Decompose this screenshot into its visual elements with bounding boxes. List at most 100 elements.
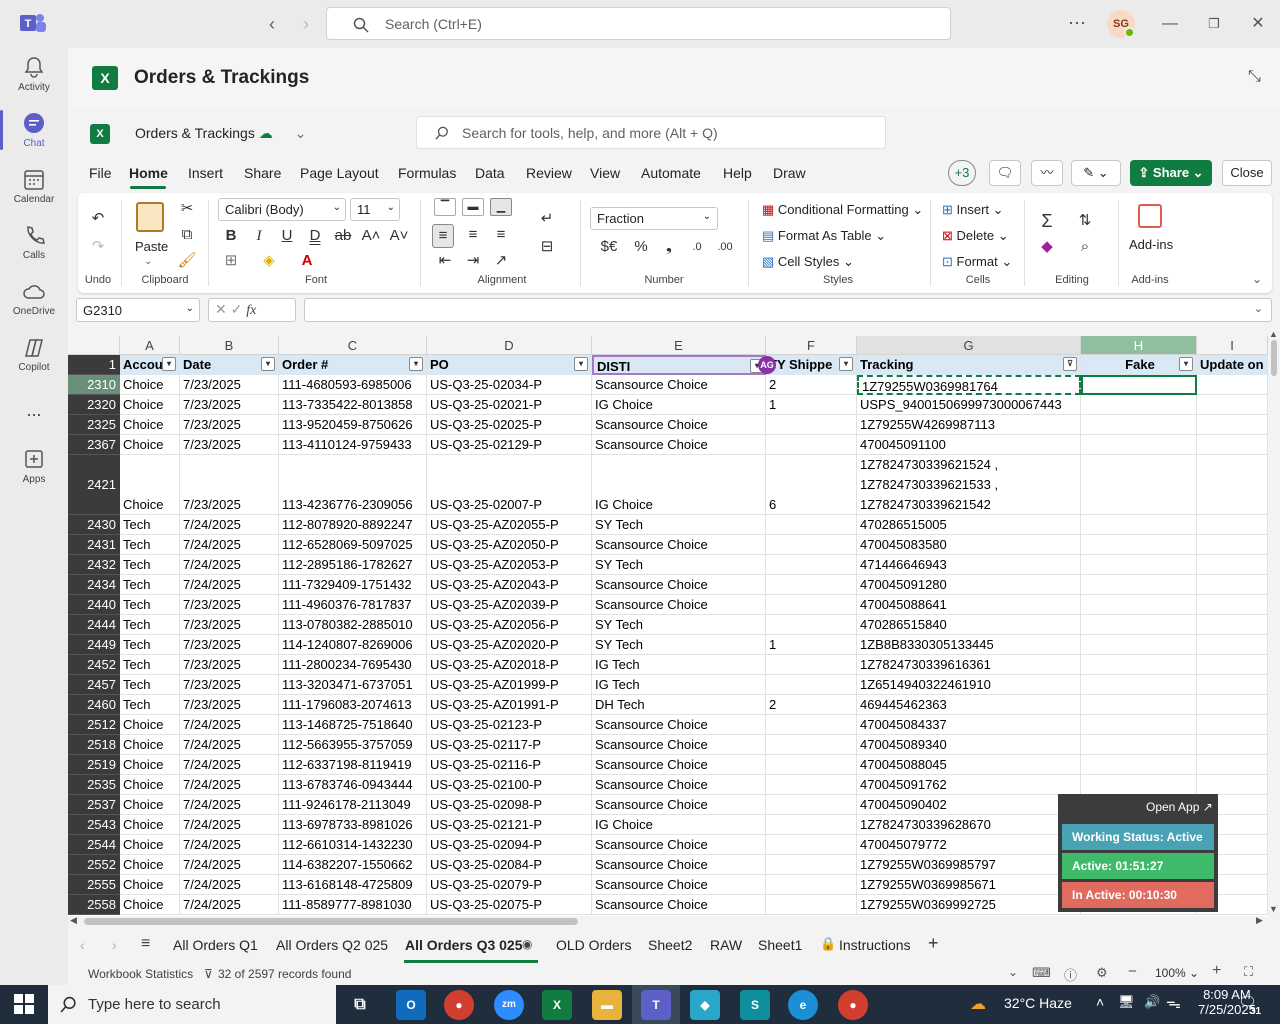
cell-b[interactable]: 7/24/2025	[180, 795, 279, 815]
name-box[interactable]: G2310 ⌄	[76, 298, 200, 322]
cell-a[interactable]: Choice	[120, 855, 180, 875]
rail-item-more[interactable]: ...	[0, 400, 68, 421]
copy-icon[interactable]: ⧉	[176, 224, 198, 246]
cell-c[interactable]: 113-0780382-2885010	[279, 615, 427, 635]
sheet-tab-sheet1[interactable]: Sheet1	[758, 937, 802, 953]
sheet-tab-instructions[interactable]: Instructions	[839, 937, 911, 953]
row-header[interactable]: 2444	[68, 615, 120, 635]
filter-dropdown-icon[interactable]: ▾	[162, 357, 176, 371]
increase-decimal-icon[interactable]: .0	[686, 236, 708, 258]
increase-indent-icon[interactable]: ⇥	[462, 250, 484, 272]
cell-g[interactable]: 470045088641	[857, 595, 1081, 615]
cell-f[interactable]	[766, 555, 857, 575]
cell-c[interactable]: 114-1240807-8269006	[279, 635, 427, 655]
cell-h[interactable]	[1081, 535, 1197, 555]
cell-e[interactable]: Scansource Choice	[592, 835, 766, 855]
row-header[interactable]: 2452	[68, 655, 120, 675]
cell-a[interactable]: Choice	[120, 815, 180, 835]
catch-up-icon[interactable]: 〰	[1031, 160, 1063, 186]
cell-a[interactable]: Tech	[120, 515, 180, 535]
table-row[interactable]: 2431 Tech 7/24/2025 112-6528069-5097025 US-Q…	[68, 535, 1268, 555]
cell-e[interactable]: IG Choice	[592, 395, 766, 415]
cell-h[interactable]	[1081, 695, 1197, 715]
cell-i[interactable]	[1197, 775, 1268, 795]
cell-e[interactable]: Scansource Choice	[592, 755, 766, 775]
row-header[interactable]: 2325	[68, 415, 120, 435]
format-cells-button[interactable]: ⊡ Format ⌄	[942, 254, 1012, 270]
cell-g[interactable]: 470045091100	[857, 435, 1081, 455]
row-header[interactable]: 2555	[68, 875, 120, 895]
row-header[interactable]: 2535	[68, 775, 120, 795]
row-header[interactable]: 2421	[68, 455, 120, 515]
formula-input[interactable]: ⌄	[304, 298, 1272, 322]
row-header[interactable]: 2518	[68, 735, 120, 755]
zoom-level[interactable]: 100% ⌄	[1155, 966, 1199, 980]
cell-e[interactable]: Scansource Choice	[592, 435, 766, 455]
cell-c[interactable]: 112-5663955-3757059	[279, 735, 427, 755]
cell-c[interactable]: 113-6978733-8981026	[279, 815, 427, 835]
cell-c[interactable]: 113-3203471-6737051	[279, 675, 427, 695]
windows-start-icon[interactable]	[14, 994, 34, 1017]
cell-g[interactable]: 1ZB8B8330305133445	[857, 635, 1081, 655]
cell-g[interactable]: 1Z79255W0369981764	[857, 375, 1081, 395]
cell-h[interactable]	[1081, 775, 1197, 795]
rail-item-apps[interactable]: Apps	[0, 448, 68, 485]
cell-d[interactable]: US-Q3-25-AZ02053-P	[427, 555, 592, 575]
sheet-tab-q1[interactable]: All Orders Q1	[173, 937, 258, 953]
cell-f[interactable]	[766, 815, 857, 835]
cell-f[interactable]: 1	[766, 395, 857, 415]
help-icon[interactable]: ⓘ	[1064, 965, 1077, 984]
cell-f[interactable]	[766, 775, 857, 795]
cell-h[interactable]	[1081, 455, 1197, 515]
cell-c[interactable]: 112-6528069-5097025	[279, 535, 427, 555]
column-title-i[interactable]: Update on	[1197, 355, 1268, 375]
cell-d[interactable]: US-Q3-25-02007-P	[427, 455, 592, 515]
back-icon[interactable]: ‹	[260, 12, 284, 36]
cell-f[interactable]	[766, 595, 857, 615]
cell-e[interactable]: IG Choice	[592, 455, 766, 515]
format-as-table-button[interactable]: ▤ Format As Table ⌄	[762, 228, 886, 244]
cut-icon[interactable]: ✂	[176, 198, 198, 220]
column-header-b[interactable]: B	[180, 336, 279, 355]
cell-e[interactable]: Scansource Choice	[592, 595, 766, 615]
rail-item-calls[interactable]: Calls	[0, 224, 68, 261]
cell-b[interactable]: 7/24/2025	[180, 775, 279, 795]
cell-f[interactable]	[766, 515, 857, 535]
column-title-c[interactable]: Order # ▾	[279, 355, 427, 375]
cell-g[interactable]: 1Z79255W4269987113	[857, 415, 1081, 435]
cell-b[interactable]: 7/23/2025	[180, 655, 279, 675]
menu-automate[interactable]: Automate	[641, 165, 701, 181]
cell-c[interactable]: 112-6610314-1432230	[279, 835, 427, 855]
cell-d[interactable]: US-Q3-25-02034-P	[427, 375, 592, 395]
cell-d[interactable]: US-Q3-25-02021-P	[427, 395, 592, 415]
double-underline-icon[interactable]: D	[304, 225, 326, 247]
cell-a[interactable]: Choice	[120, 775, 180, 795]
cell-d[interactable]: US-Q3-25-AZ02018-P	[427, 655, 592, 675]
strikethrough-icon[interactable]: ab	[332, 225, 354, 247]
cell-a[interactable]: Choice	[120, 755, 180, 775]
row-header[interactable]: 2457	[68, 675, 120, 695]
cell-a[interactable]: Choice	[120, 415, 180, 435]
table-row[interactable]: 2452 Tech 7/23/2025 111-2800234-7695430 US-Q…	[68, 655, 1268, 675]
app-diamond-icon[interactable]: ◆	[690, 990, 720, 1020]
network-icon[interactable]: 🖥	[1118, 994, 1135, 1010]
cell-d[interactable]: US-Q3-25-AZ02020-P	[427, 635, 592, 655]
cell-g[interactable]: 469445462363	[857, 695, 1081, 715]
cell-a[interactable]: Choice	[120, 835, 180, 855]
teams-logo-icon[interactable]: T	[18, 10, 48, 38]
weather-icon[interactable]: ☁	[970, 994, 986, 1014]
close-button[interactable]: Close	[1222, 160, 1272, 186]
cell-i[interactable]	[1197, 755, 1268, 775]
cell-a[interactable]: Choice	[120, 435, 180, 455]
merge-center-icon[interactable]: ⊟	[536, 236, 558, 258]
cell-h[interactable]	[1081, 435, 1197, 455]
cell-e[interactable]: Scansource Choice	[592, 535, 766, 555]
fullscreen-icon[interactable]: ⛶	[1244, 964, 1253, 980]
underline-icon[interactable]: U	[276, 225, 298, 247]
cell-b[interactable]: 7/24/2025	[180, 855, 279, 875]
cell-b[interactable]: 7/24/2025	[180, 535, 279, 555]
subscript-icon[interactable]: A˅	[388, 225, 410, 247]
column-title-e[interactable]: DISTI ▾	[592, 355, 766, 375]
cell-f[interactable]	[766, 575, 857, 595]
cell-h[interactable]	[1081, 715, 1197, 735]
